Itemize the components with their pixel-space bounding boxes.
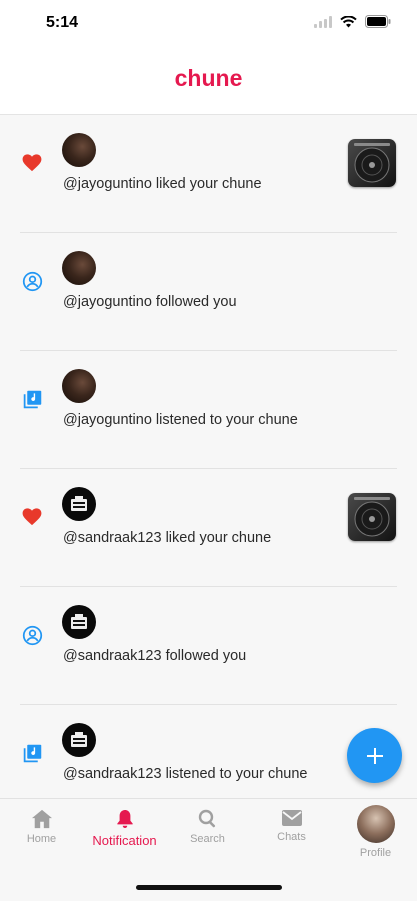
notification-text: @sandraak123 listened to your chune — [63, 766, 308, 782]
nav-profile[interactable]: Profile — [334, 805, 417, 859]
nav-chats[interactable]: Chats — [250, 809, 333, 843]
music-library-icon — [20, 741, 44, 765]
nav-home[interactable]: Home — [0, 809, 83, 845]
nav-notification-label: Notification — [92, 833, 157, 848]
avatar[interactable] — [62, 605, 96, 639]
avatar[interactable] — [62, 723, 96, 757]
notification-item[interactable]: @sandraak123 followed you — [0, 587, 417, 705]
home-icon — [31, 809, 52, 829]
status-bar: 5:14 — [0, 0, 417, 46]
notification-text: @jayoguntino listened to your chune — [63, 412, 298, 428]
notification-item[interactable]: @sandraak123 liked your chune — [0, 469, 417, 587]
avatar[interactable] — [62, 369, 96, 403]
notification-item[interactable]: @jayoguntino listened to your chune — [0, 351, 417, 469]
search-icon — [198, 809, 215, 828]
notification-item[interactable]: @jayoguntino followed you — [0, 233, 417, 351]
status-time: 5:14 — [46, 14, 79, 31]
chune-thumbnail[interactable] — [348, 139, 396, 187]
music-library-icon — [20, 387, 44, 411]
plus-icon — [366, 747, 383, 764]
wifi-icon — [340, 15, 357, 27]
status-icons — [314, 15, 391, 28]
notification-text: @sandraak123 liked your chune — [63, 530, 272, 546]
page-title: chune — [174, 65, 243, 91]
notification-text: @jayoguntino followed you — [63, 294, 237, 310]
nav-profile-label: Profile — [359, 847, 392, 859]
profile-avatar — [356, 805, 395, 843]
user-circle-icon — [20, 623, 44, 647]
chune-thumbnail[interactable] — [348, 493, 396, 541]
avatar[interactable] — [62, 251, 96, 285]
mail-icon — [281, 810, 302, 826]
bell-icon — [116, 810, 133, 828]
nav-home-label: Home — [26, 833, 57, 845]
notification-item[interactable]: @jayoguntino liked your chune — [0, 115, 417, 233]
signal-icon — [314, 15, 332, 28]
add-chune-button[interactable] — [347, 728, 402, 783]
nav-search-label: Search — [190, 833, 225, 845]
home-indicator — [136, 885, 282, 890]
nav-search[interactable]: Search — [166, 809, 249, 845]
nav-chats-label: Chats — [277, 831, 306, 843]
user-circle-icon — [20, 269, 44, 293]
battery-icon — [365, 15, 391, 28]
notification-text: @sandraak123 followed you — [63, 648, 247, 664]
heart-icon — [20, 505, 44, 529]
notification-text: @jayoguntino liked your chune — [63, 176, 262, 192]
heart-icon — [20, 151, 44, 175]
notification-list[interactable]: @jayoguntino liked your chune @jayogunti… — [0, 115, 417, 798]
app-header: chune — [0, 46, 417, 115]
avatar[interactable] — [62, 487, 96, 521]
nav-notification[interactable]: Notification — [83, 809, 166, 848]
avatar[interactable] — [62, 133, 96, 167]
